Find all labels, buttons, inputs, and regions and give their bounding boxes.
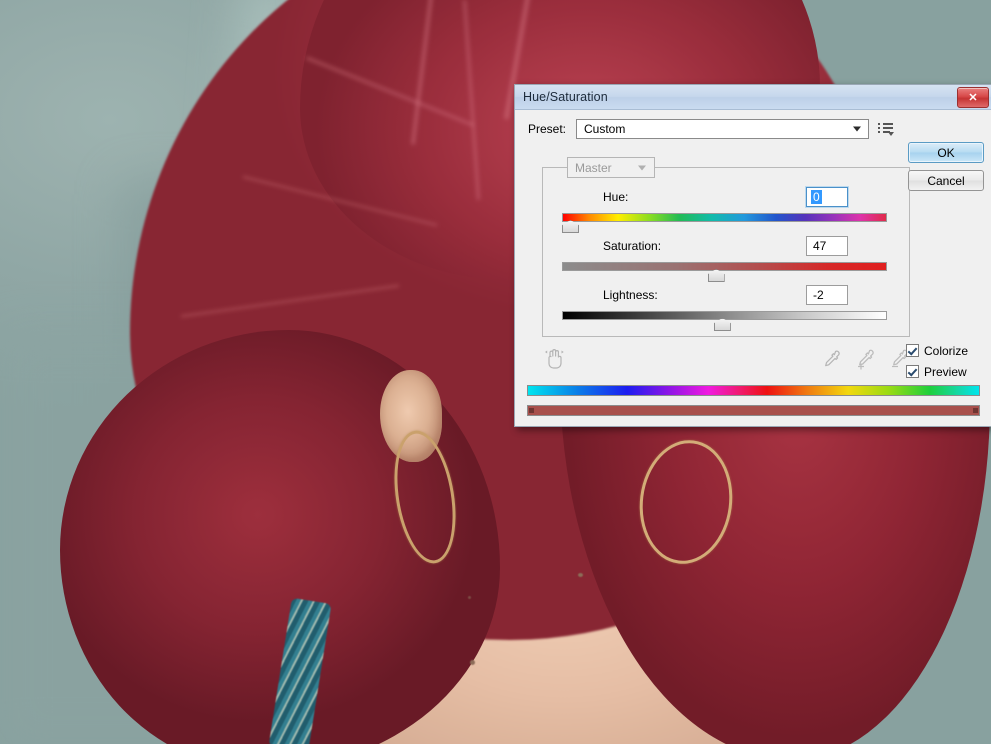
- hue-track-wrap[interactable]: [562, 211, 887, 229]
- hue-saturation-dialog: Hue/Saturation ✕ Preset: Custom Master: [514, 84, 991, 427]
- preview-label: Preview: [924, 365, 967, 379]
- chevron-down-icon: [853, 127, 861, 132]
- dialog-body: Preset: Custom Master Hue:: [515, 110, 991, 427]
- ok-button[interactable]: OK: [908, 142, 984, 163]
- eyedropper-icon[interactable]: [820, 348, 842, 370]
- hue-track[interactable]: [562, 213, 887, 222]
- hand-targeted-adjustment-icon[interactable]: [544, 346, 566, 370]
- saturation-input[interactable]: 47: [806, 236, 848, 256]
- colorize-label: Colorize: [924, 344, 968, 358]
- dialog-buttons: OK Cancel: [908, 142, 984, 198]
- colorize-row[interactable]: Colorize: [906, 340, 984, 361]
- preset-combobox[interactable]: Custom: [576, 119, 869, 139]
- preset-label: Preset:: [528, 122, 576, 136]
- close-icon[interactable]: ✕: [957, 87, 989, 108]
- hue-value: 0: [811, 190, 822, 204]
- lightness-value: -2: [807, 288, 824, 302]
- slider-lightness: Lightness: -2: [543, 284, 909, 327]
- hue-label: Hue:: [603, 190, 806, 204]
- preset-menu-icon[interactable]: [878, 121, 894, 137]
- color-range-bars: [527, 385, 980, 416]
- preset-row: Preset: Custom: [515, 110, 991, 139]
- target-range-bar[interactable]: [527, 405, 980, 416]
- lightness-input[interactable]: -2: [806, 285, 848, 305]
- saturation-track-wrap[interactable]: [562, 260, 887, 278]
- hue-input[interactable]: 0: [806, 187, 848, 207]
- cancel-button[interactable]: Cancel: [908, 170, 984, 191]
- colorize-checkbox[interactable]: [906, 344, 919, 357]
- spectrum-bar: [527, 385, 980, 396]
- slider-hue: Hue: 0: [543, 186, 909, 229]
- channel-combobox[interactable]: Master: [567, 157, 655, 178]
- slider-saturation: Saturation: 47: [543, 235, 909, 278]
- eyedropper-group: [820, 348, 910, 370]
- saturation-value: 47: [807, 239, 826, 253]
- preview-row[interactable]: Preview: [906, 361, 984, 382]
- tool-row: Colorize Preview: [515, 342, 991, 378]
- adjustment-group: Master Hue: 0 Saturation:: [542, 167, 910, 337]
- saturation-track[interactable]: [562, 262, 887, 271]
- lightness-track-wrap[interactable]: [562, 309, 887, 327]
- preview-checkbox[interactable]: [906, 365, 919, 378]
- dialog-titlebar[interactable]: Hue/Saturation ✕: [515, 85, 991, 110]
- preset-value: Custom: [577, 122, 625, 136]
- checkbox-group: Colorize Preview: [906, 340, 984, 382]
- saturation-label: Saturation:: [603, 239, 806, 253]
- lightness-label: Lightness:: [603, 288, 806, 302]
- channel-value: Master: [568, 161, 612, 175]
- lightness-track[interactable]: [562, 311, 887, 320]
- dialog-title: Hue/Saturation: [523, 90, 608, 104]
- chevron-down-icon: [638, 165, 646, 170]
- eyedropper-plus-icon[interactable]: [854, 348, 876, 370]
